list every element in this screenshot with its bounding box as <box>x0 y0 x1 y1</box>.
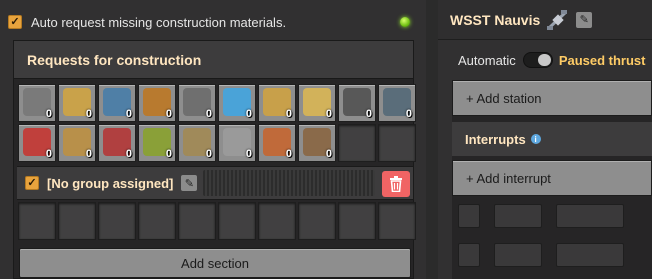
empty-section-slot[interactable] <box>58 202 96 240</box>
station-title: WSST Nauvis <box>450 11 541 28</box>
empty-section-slot[interactable] <box>298 202 336 240</box>
slot-count: 0 <box>365 108 372 120</box>
empty-section-slot[interactable] <box>18 202 56 240</box>
request-slot[interactable]: 0 <box>58 84 96 122</box>
slot-count: 0 <box>45 108 52 120</box>
request-slot[interactable]: 0 <box>178 124 216 162</box>
placeholder-slot <box>458 204 480 228</box>
slot-count: 0 <box>405 108 412 120</box>
request-slot[interactable]: 0 <box>138 84 176 122</box>
interrupts-label: Interrupts <box>465 131 526 147</box>
empty-section-slot[interactable] <box>378 202 416 240</box>
add-interrupt-label: + Add interrupt <box>466 170 551 186</box>
request-slot[interactable]: 0 <box>178 84 216 122</box>
request-slot[interactable]: 0 <box>18 84 56 122</box>
schedule-panel: WSST Nauvis ✎ Automatic Paused thrust + … <box>438 0 652 279</box>
requests-panel: Requests for construction 00000000000000… <box>13 40 417 279</box>
slot-count: 0 <box>45 148 52 160</box>
request-slot[interactable]: 0 <box>98 124 136 162</box>
placeholder-slot <box>494 204 542 228</box>
empty-section-slot[interactable] <box>258 202 296 240</box>
add-section-label: Add section <box>181 255 249 271</box>
group-checkbox[interactable]: ✓ <box>25 176 39 190</box>
mode-toggle[interactable] <box>522 52 553 68</box>
mode-row: Automatic Paused thrust <box>438 46 652 74</box>
add-interrupt-button[interactable]: + Add interrupt <box>452 160 652 196</box>
slot-count: 0 <box>85 148 92 160</box>
add-station-label: + Add station <box>466 90 542 106</box>
request-slot[interactable]: 0 <box>298 124 336 162</box>
slot-count: 0 <box>245 148 252 160</box>
group-row: ✓ [No group assigned] ✎ <box>17 166 413 200</box>
placeholder-row <box>458 204 652 228</box>
slot-count: 0 <box>325 108 332 120</box>
requests-title: Requests for construction <box>27 51 202 68</box>
slot-count: 0 <box>165 148 172 160</box>
slot-count: 0 <box>285 148 292 160</box>
delete-button[interactable] <box>382 171 410 197</box>
request-slot[interactable]: 0 <box>338 84 376 122</box>
request-grid: 0 0 0 0 0 0 0 0 0 0 0 0 0 0 0 0 0 0 <box>17 83 417 163</box>
slot-count: 0 <box>125 108 132 120</box>
request-slot[interactable]: 0 <box>218 84 256 122</box>
slot-count: 0 <box>325 148 332 160</box>
auto-request-label: Auto request missing construction materi… <box>31 14 287 30</box>
placeholder-slot <box>556 204 624 228</box>
empty-section-slot[interactable] <box>218 202 256 240</box>
request-slot[interactable]: 0 <box>378 84 416 122</box>
empty-request-slot[interactable] <box>338 124 376 162</box>
requests-header: Requests for construction <box>14 41 413 79</box>
drag-handle[interactable] <box>203 170 376 196</box>
station-title-row: WSST Nauvis ✎ <box>438 0 652 40</box>
request-slot[interactable]: 0 <box>298 84 336 122</box>
request-slot[interactable]: 0 <box>138 124 176 162</box>
empty-section-slot[interactable] <box>338 202 376 240</box>
automatic-label: Automatic <box>458 52 516 68</box>
placeholder-row <box>458 243 652 267</box>
empty-slot-row <box>17 201 417 241</box>
edit-group-icon[interactable]: ✎ <box>181 175 198 191</box>
empty-section-slot[interactable] <box>178 202 216 240</box>
empty-section-slot[interactable] <box>138 202 176 240</box>
request-slot[interactable]: 0 <box>258 84 296 122</box>
empty-request-slot[interactable] <box>378 124 416 162</box>
slot-count: 0 <box>285 108 292 120</box>
auto-request-row: ✓ Auto request missing construction mate… <box>8 8 418 36</box>
trash-icon <box>390 176 402 192</box>
add-station-button[interactable]: + Add station <box>452 80 652 116</box>
placeholder-slot <box>494 243 542 267</box>
request-slot[interactable]: 0 <box>18 124 56 162</box>
info-icon[interactable]: i <box>530 134 541 144</box>
toggle-knob <box>537 54 551 66</box>
request-slot[interactable]: 0 <box>58 124 96 162</box>
slot-count: 0 <box>205 148 212 160</box>
slot-count: 0 <box>125 148 132 160</box>
request-slot[interactable]: 0 <box>258 124 296 162</box>
empty-section-slot[interactable] <box>98 202 136 240</box>
interrupts-header: Interrupts i <box>452 122 652 156</box>
request-slot[interactable]: 0 <box>98 84 136 122</box>
auto-request-checkbox[interactable]: ✓ <box>8 15 22 29</box>
space-platform-icon <box>547 9 568 30</box>
group-label: [No group assigned] <box>47 175 174 191</box>
slot-count: 0 <box>245 108 252 120</box>
add-section-button[interactable]: Add section <box>19 248 411 278</box>
slot-count: 0 <box>85 108 92 120</box>
slot-count: 0 <box>205 108 212 120</box>
edit-title-icon[interactable]: ✎ <box>576 11 593 28</box>
slot-count: 0 <box>165 108 172 120</box>
placeholder-slot <box>556 243 624 267</box>
status-indicator-icon <box>400 17 410 27</box>
logistics-panel: ✓ Auto request missing construction mate… <box>0 0 426 279</box>
interrupt-placeholder-rows <box>458 204 652 279</box>
schedule-list: + Add station Interrupts i + Add interru… <box>452 80 652 279</box>
request-slot[interactable]: 0 <box>218 124 256 162</box>
placeholder-slot <box>458 243 480 267</box>
paused-thrust-label: Paused thrust <box>558 52 646 68</box>
